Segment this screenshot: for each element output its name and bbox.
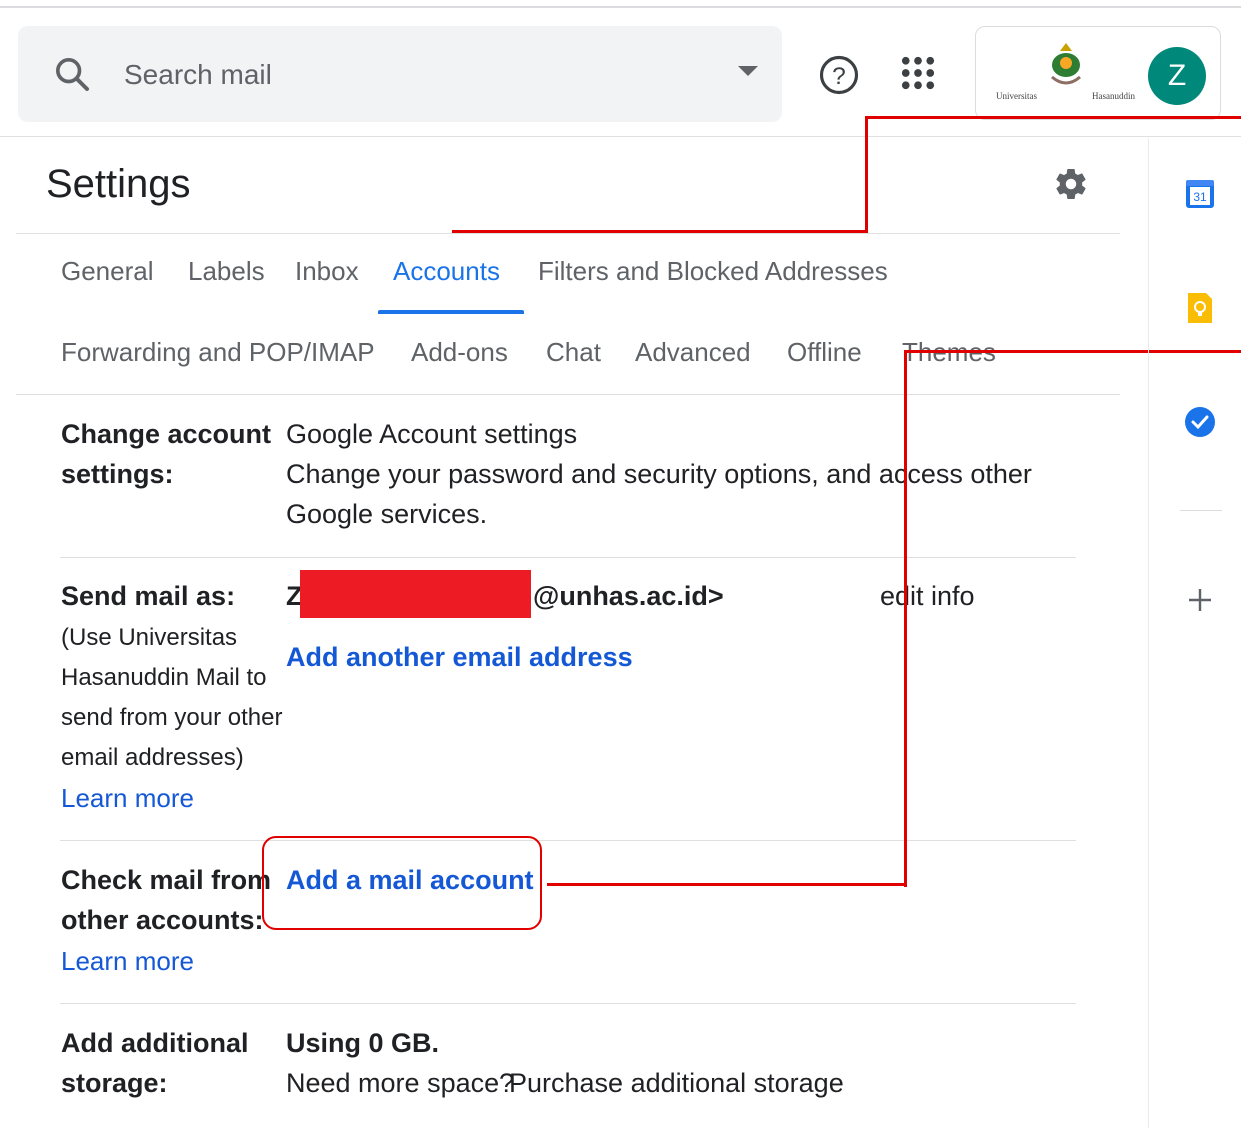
search-bar[interactable]: [18, 26, 782, 122]
tab-general[interactable]: General: [61, 256, 154, 287]
tab-filters[interactable]: Filters and Blocked Addresses: [538, 256, 888, 287]
search-input[interactable]: [122, 50, 686, 100]
send-mail-email-suffix: @unhas.ac.id>: [533, 581, 724, 611]
tab-inbox[interactable]: Inbox: [295, 256, 359, 287]
add-icon[interactable]: [1182, 582, 1218, 618]
section-divider: [60, 1003, 1076, 1004]
search-icon[interactable]: [52, 54, 92, 94]
header-divider: [0, 136, 1241, 137]
help-icon[interactable]: ?: [818, 54, 860, 96]
tab-accounts[interactable]: Accounts: [393, 256, 500, 287]
redaction-box: [300, 570, 531, 618]
purchase-storage-link[interactable]: Purchase additional storage: [509, 1063, 844, 1103]
storage-usage: Using 0 GB.: [286, 1028, 440, 1058]
add-another-email-link[interactable]: Add another email address: [286, 637, 633, 677]
organization-logo: Universitas Hasanuddin: [994, 41, 1135, 105]
change-account-label-line1: Change account: [61, 419, 272, 449]
active-tab-indicator: [378, 310, 524, 314]
annotation-line: [904, 350, 907, 887]
change-account-desc-line2: Google services.: [286, 499, 488, 529]
page-title: Settings: [46, 162, 191, 206]
check-mail-learn-more-link[interactable]: Learn more: [61, 941, 194, 981]
change-account-desc-line1: Change your password and security option…: [286, 459, 1032, 489]
emblem-icon: [1051, 43, 1081, 85]
change-account-label-line2: settings:: [61, 459, 174, 489]
tabs-divider: [16, 394, 1120, 395]
avatar[interactable]: Z: [1148, 47, 1206, 105]
send-mail-learn-more-link[interactable]: Learn more: [61, 778, 194, 818]
logo-text-right: Hasanuddin: [1092, 91, 1135, 101]
send-mail-sub-line3: send from your other: [61, 704, 283, 731]
top-border: [0, 6, 1241, 8]
storage-need-more: Need more space?: [286, 1068, 515, 1098]
storage-label-line1: Add additional: [61, 1028, 249, 1058]
gear-icon[interactable]: [1053, 166, 1089, 202]
annotation-line: [865, 116, 1241, 119]
annotation-line: [865, 118, 868, 233]
check-mail-label-line1: Check mail from: [61, 865, 272, 895]
section-divider: [60, 840, 1076, 841]
storage-label-line2: storage:: [61, 1068, 168, 1098]
keep-icon[interactable]: [1182, 290, 1218, 326]
calendar-icon[interactable]: 31: [1182, 176, 1218, 212]
side-panel-separator: [1180, 510, 1222, 511]
send-mail-sub-line4: email addresses): [61, 744, 244, 771]
annotation-line: [452, 230, 868, 233]
tab-addons[interactable]: Add-ons: [411, 337, 508, 368]
side-panel-divider: [1148, 138, 1149, 1128]
tab-labels[interactable]: Labels: [188, 256, 265, 287]
title-divider: [16, 233, 1120, 234]
google-account-settings-link[interactable]: Google Account settings: [286, 414, 577, 454]
calendar-day-text: 31: [1193, 190, 1207, 204]
tab-advanced[interactable]: Advanced: [635, 337, 751, 368]
search-options-dropdown-icon[interactable]: [738, 66, 758, 76]
annotation-line: [904, 350, 1241, 353]
annotation-line: [547, 883, 907, 886]
edit-info-link[interactable]: edit info: [880, 576, 975, 616]
check-mail-label-line2: other accounts:: [61, 905, 264, 935]
send-mail-sub-line1: (Use Universitas: [61, 624, 238, 651]
send-mail-sub-line2: Hasanuddin Mail to: [61, 664, 267, 691]
send-mail-label: Send mail as:: [61, 581, 236, 611]
apps-grid-icon[interactable]: [897, 52, 939, 94]
annotation-highlight-box: [262, 836, 542, 930]
tasks-icon[interactable]: [1182, 404, 1218, 440]
tab-offline[interactable]: Offline: [787, 337, 862, 368]
account-switcher[interactable]: Universitas Hasanuddin Z: [975, 26, 1221, 120]
tab-chat[interactable]: Chat: [546, 337, 601, 368]
svg-text:?: ?: [832, 63, 846, 90]
section-divider: [60, 557, 1076, 558]
logo-text-left: Universitas: [996, 91, 1037, 101]
tab-forwarding[interactable]: Forwarding and POP/IMAP: [61, 337, 375, 368]
